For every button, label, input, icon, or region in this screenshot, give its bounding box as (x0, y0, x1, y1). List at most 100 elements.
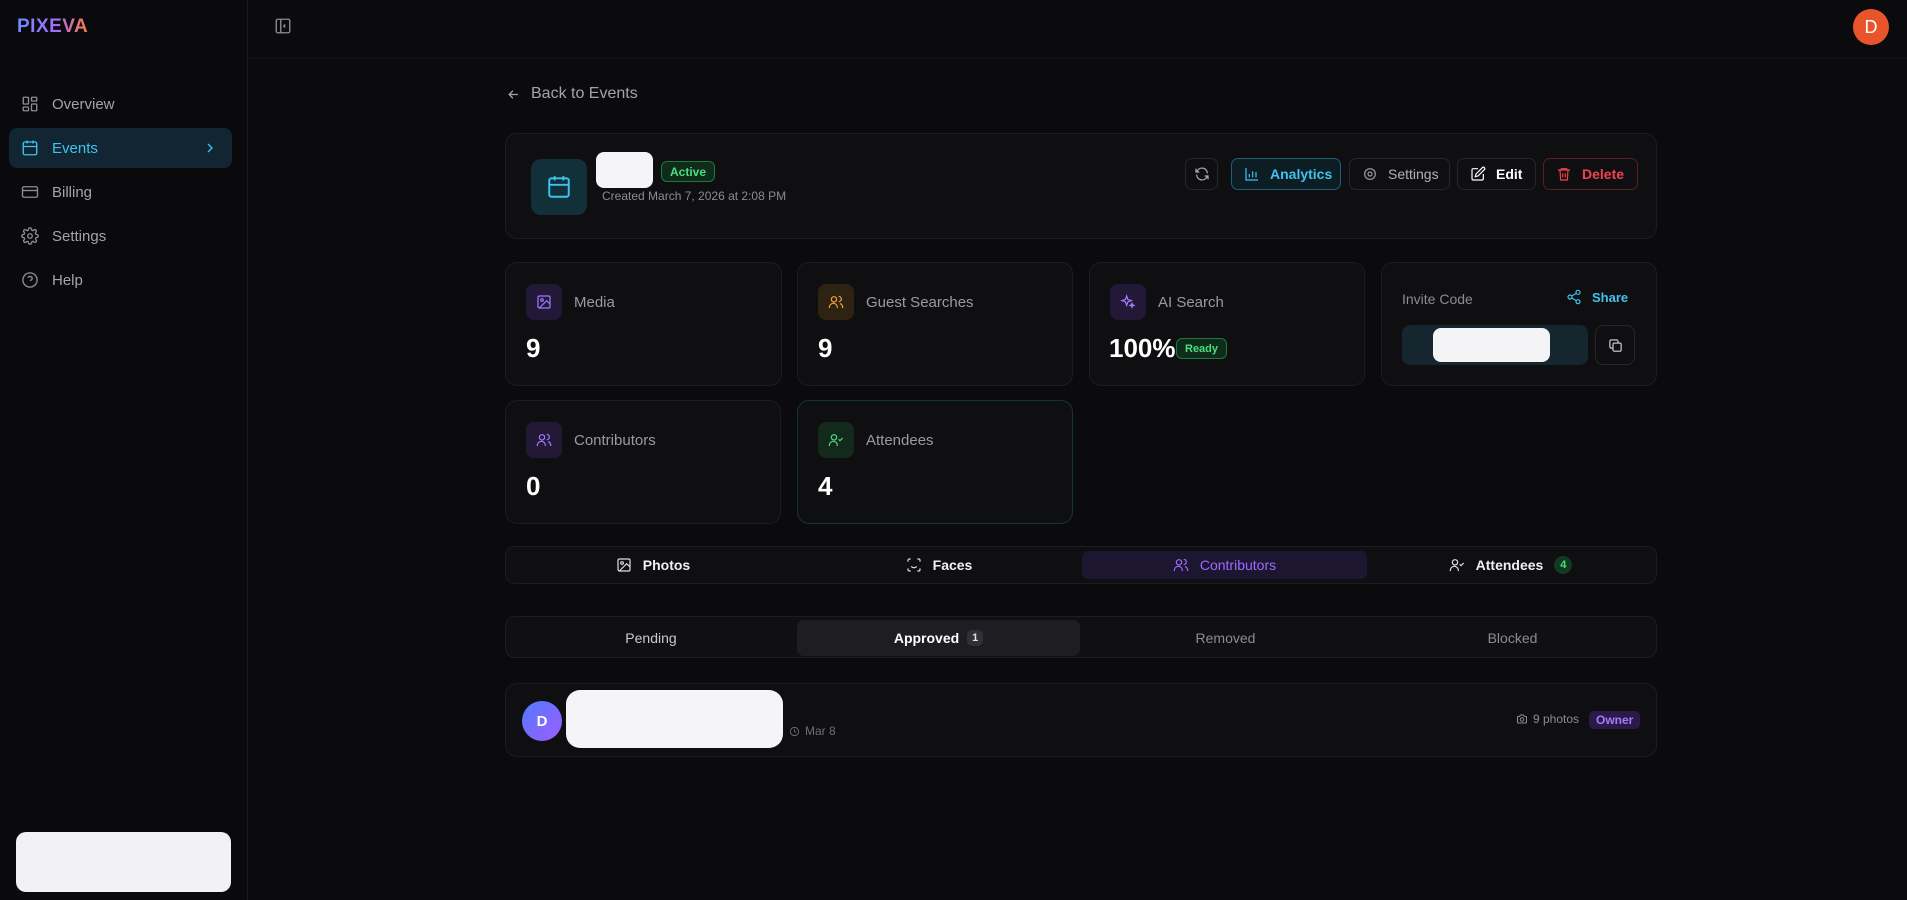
sidebar-item-label: Settings (52, 227, 107, 245)
trash-icon (1556, 166, 1572, 182)
list-item[interactable]: D Mar 8 9 photos Owner (505, 683, 1657, 757)
clock-icon (789, 726, 800, 737)
media-stat-card: Media 9 (505, 262, 782, 386)
sidebar-item-billing[interactable]: Billing (9, 172, 232, 212)
copy-icon (1608, 338, 1623, 353)
status-badge: Active (661, 161, 716, 182)
contributor-photo-count: 9 photos (1516, 712, 1579, 726)
chevron-right-icon (202, 140, 218, 156)
share-button[interactable]: Share (1566, 289, 1628, 305)
tab-contributors[interactable]: Contributors (1082, 551, 1367, 579)
owner-badge: Owner (1589, 711, 1641, 729)
tab-label: Contributors (1199, 557, 1277, 573)
subtab-removed[interactable]: Removed (1084, 620, 1367, 656)
date-label: Mar 8 (805, 724, 836, 738)
users-icon (1173, 557, 1189, 573)
grid-icon (21, 95, 39, 113)
stat-label: Attendees (866, 432, 934, 449)
sidebar: PIXEVA Overview Events Billing Settings … (0, 0, 248, 900)
subtab-approved[interactable]: Approved 1 (797, 620, 1080, 656)
stat-value: 0 (526, 471, 541, 501)
user-check-icon (818, 422, 854, 458)
content-tabs: Photos Faces Contributors Attendees 4 (505, 546, 1657, 584)
delete-label: Delete (1582, 166, 1625, 182)
edit-label: Edit (1496, 166, 1523, 182)
invite-code-card: Invite Code Share (1381, 262, 1657, 386)
share-label: Share (1592, 289, 1629, 305)
event-settings-button[interactable]: Settings (1349, 158, 1450, 190)
sidebar-item-events[interactable]: Events (9, 128, 232, 168)
panel-left-icon (274, 17, 292, 35)
calendar-icon (546, 174, 572, 200)
sidebar-toggle-button[interactable] (274, 17, 292, 38)
stat-label: Contributors (574, 432, 656, 449)
analytics-button[interactable]: Analytics (1231, 158, 1341, 190)
ai-search-stat-card: AI Search 100% Ready (1089, 262, 1365, 386)
tab-label: Attendees (1475, 557, 1544, 573)
help-circle-icon (21, 271, 39, 289)
contributor-date: Mar 8 (789, 724, 836, 738)
camera-icon (1516, 713, 1528, 725)
invite-code-field[interactable] (1402, 325, 1588, 365)
sidebar-item-label: Events (52, 139, 98, 157)
delete-button[interactable]: Delete (1543, 158, 1638, 190)
credit-card-icon (21, 183, 39, 201)
edit-button[interactable]: Edit (1457, 158, 1536, 190)
event-icon (531, 159, 587, 215)
sidebar-item-help[interactable]: Help (9, 260, 232, 300)
back-to-events-link[interactable]: Back to Events (506, 85, 638, 103)
analytics-label: Analytics (1270, 166, 1333, 182)
guest-searches-stat-card: Guest Searches 9 (797, 262, 1073, 386)
sidebar-item-label: Billing (52, 183, 93, 201)
gear-icon (1362, 166, 1378, 182)
users-icon (526, 422, 562, 458)
sidebar-item-settings[interactable]: Settings (9, 216, 232, 256)
user-check-icon (1449, 557, 1465, 573)
stat-label: AI Search (1158, 294, 1224, 311)
ready-badge: Ready (1176, 338, 1228, 359)
image-icon (526, 284, 562, 320)
tab-faces[interactable]: Faces (796, 551, 1082, 579)
tab-attendees[interactable]: Attendees 4 (1367, 551, 1654, 579)
approved-count-badge: 1 (967, 630, 984, 646)
sidebar-item-label: Overview (52, 95, 115, 113)
gear-icon (21, 227, 39, 245)
share-icon (1566, 289, 1582, 305)
stat-value: 100% (1109, 333, 1176, 363)
tab-label: Faces (932, 557, 973, 573)
stat-value: 4 (818, 471, 833, 501)
event-title-redacted (596, 152, 653, 188)
app-logo[interactable]: PIXEVA (17, 16, 88, 38)
tab-label: Photos (642, 557, 691, 573)
tab-photos[interactable]: Photos (510, 551, 796, 579)
copy-button[interactable] (1595, 325, 1635, 365)
stat-value: 9 (818, 333, 833, 363)
arrow-left-icon (506, 87, 521, 102)
bar-chart-icon (1244, 166, 1260, 182)
subtab-blocked[interactable]: Blocked (1371, 620, 1654, 656)
avatar: D (522, 701, 562, 741)
stat-label: Media (574, 294, 615, 311)
subtab-label: Approved (893, 630, 960, 646)
contributor-name-redacted (566, 690, 783, 748)
sidebar-item-overview[interactable]: Overview (9, 84, 232, 124)
stat-label: Guest Searches (866, 294, 974, 311)
scan-face-icon (906, 557, 922, 573)
image-icon (616, 557, 632, 573)
contributors-stat-card: Contributors 0 (505, 400, 781, 524)
user-avatar[interactable]: D (1853, 9, 1889, 45)
sidebar-user-card[interactable] (16, 832, 231, 892)
refresh-button[interactable] (1185, 158, 1218, 190)
photos-label: 9 photos (1533, 712, 1580, 726)
refresh-icon (1194, 166, 1210, 182)
event-header-card: Active Created March 7, 2026 at 2:08 PM … (505, 133, 1657, 239)
invite-code-label: Invite Code (1402, 291, 1473, 307)
sidebar-nav: Overview Events Billing Settings Help (9, 84, 232, 304)
event-created-date: Created March 7, 2026 at 2:08 PM (602, 189, 787, 203)
edit-icon (1470, 166, 1486, 182)
stat-value: 9 (526, 333, 541, 363)
users-icon (818, 284, 854, 320)
subtab-pending[interactable]: Pending (509, 620, 793, 656)
sparkles-icon (1110, 284, 1146, 320)
attendees-stat-card: Attendees 4 (797, 400, 1073, 524)
